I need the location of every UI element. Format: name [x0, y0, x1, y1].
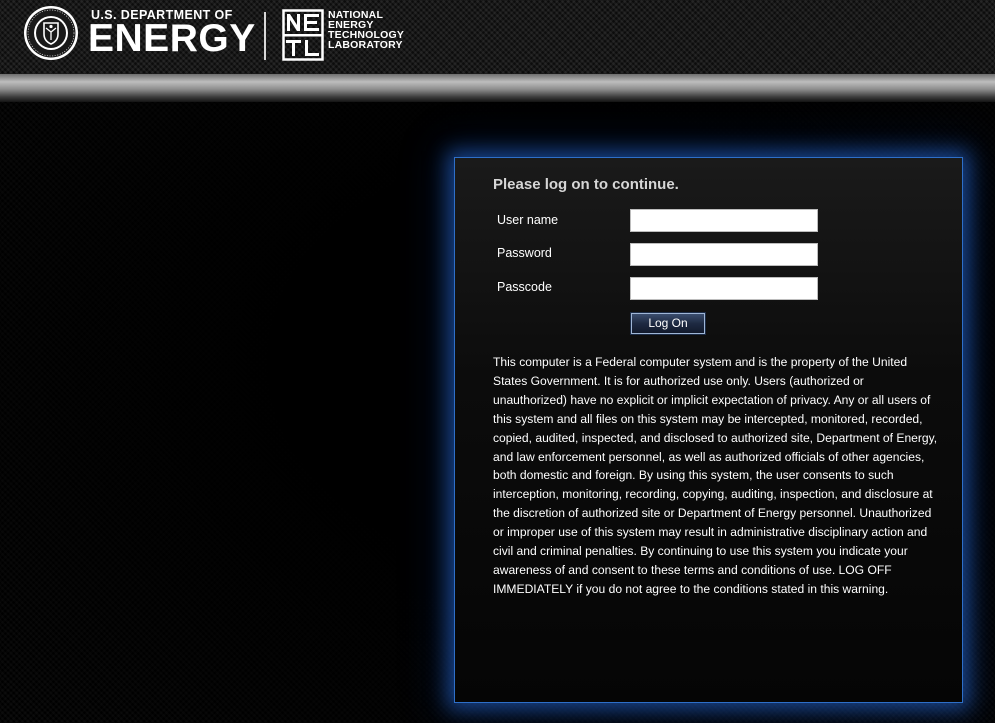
netl-logo-icon — [282, 9, 324, 61]
username-label: User name — [497, 213, 559, 227]
header-divider — [264, 12, 266, 60]
security-warning-text: This computer is a Federal computer syst… — [493, 355, 938, 596]
log-on-button[interactable]: Log On — [630, 312, 706, 335]
lab-name: NATIONAL ENERGY TECHNOLOGY LABORATORY — [328, 10, 404, 51]
passcode-field[interactable] — [630, 277, 818, 300]
site-header: U.S. DEPARTMENT OF ENERGY NATIONAL ENERG… — [0, 0, 995, 74]
login-panel: Please log on to continue. User name Pas… — [454, 157, 963, 703]
department-big-title: ENERGY — [88, 17, 256, 60]
login-title: Please log on to continue. — [493, 176, 679, 193]
lab-name-line: LABORATORY — [328, 39, 403, 51]
password-label: Password — [497, 246, 552, 260]
passcode-label: Passcode — [497, 280, 552, 294]
password-field[interactable] — [630, 243, 818, 266]
username-field[interactable] — [630, 209, 818, 232]
header-band — [0, 74, 995, 102]
doe-seal-icon — [24, 6, 78, 60]
